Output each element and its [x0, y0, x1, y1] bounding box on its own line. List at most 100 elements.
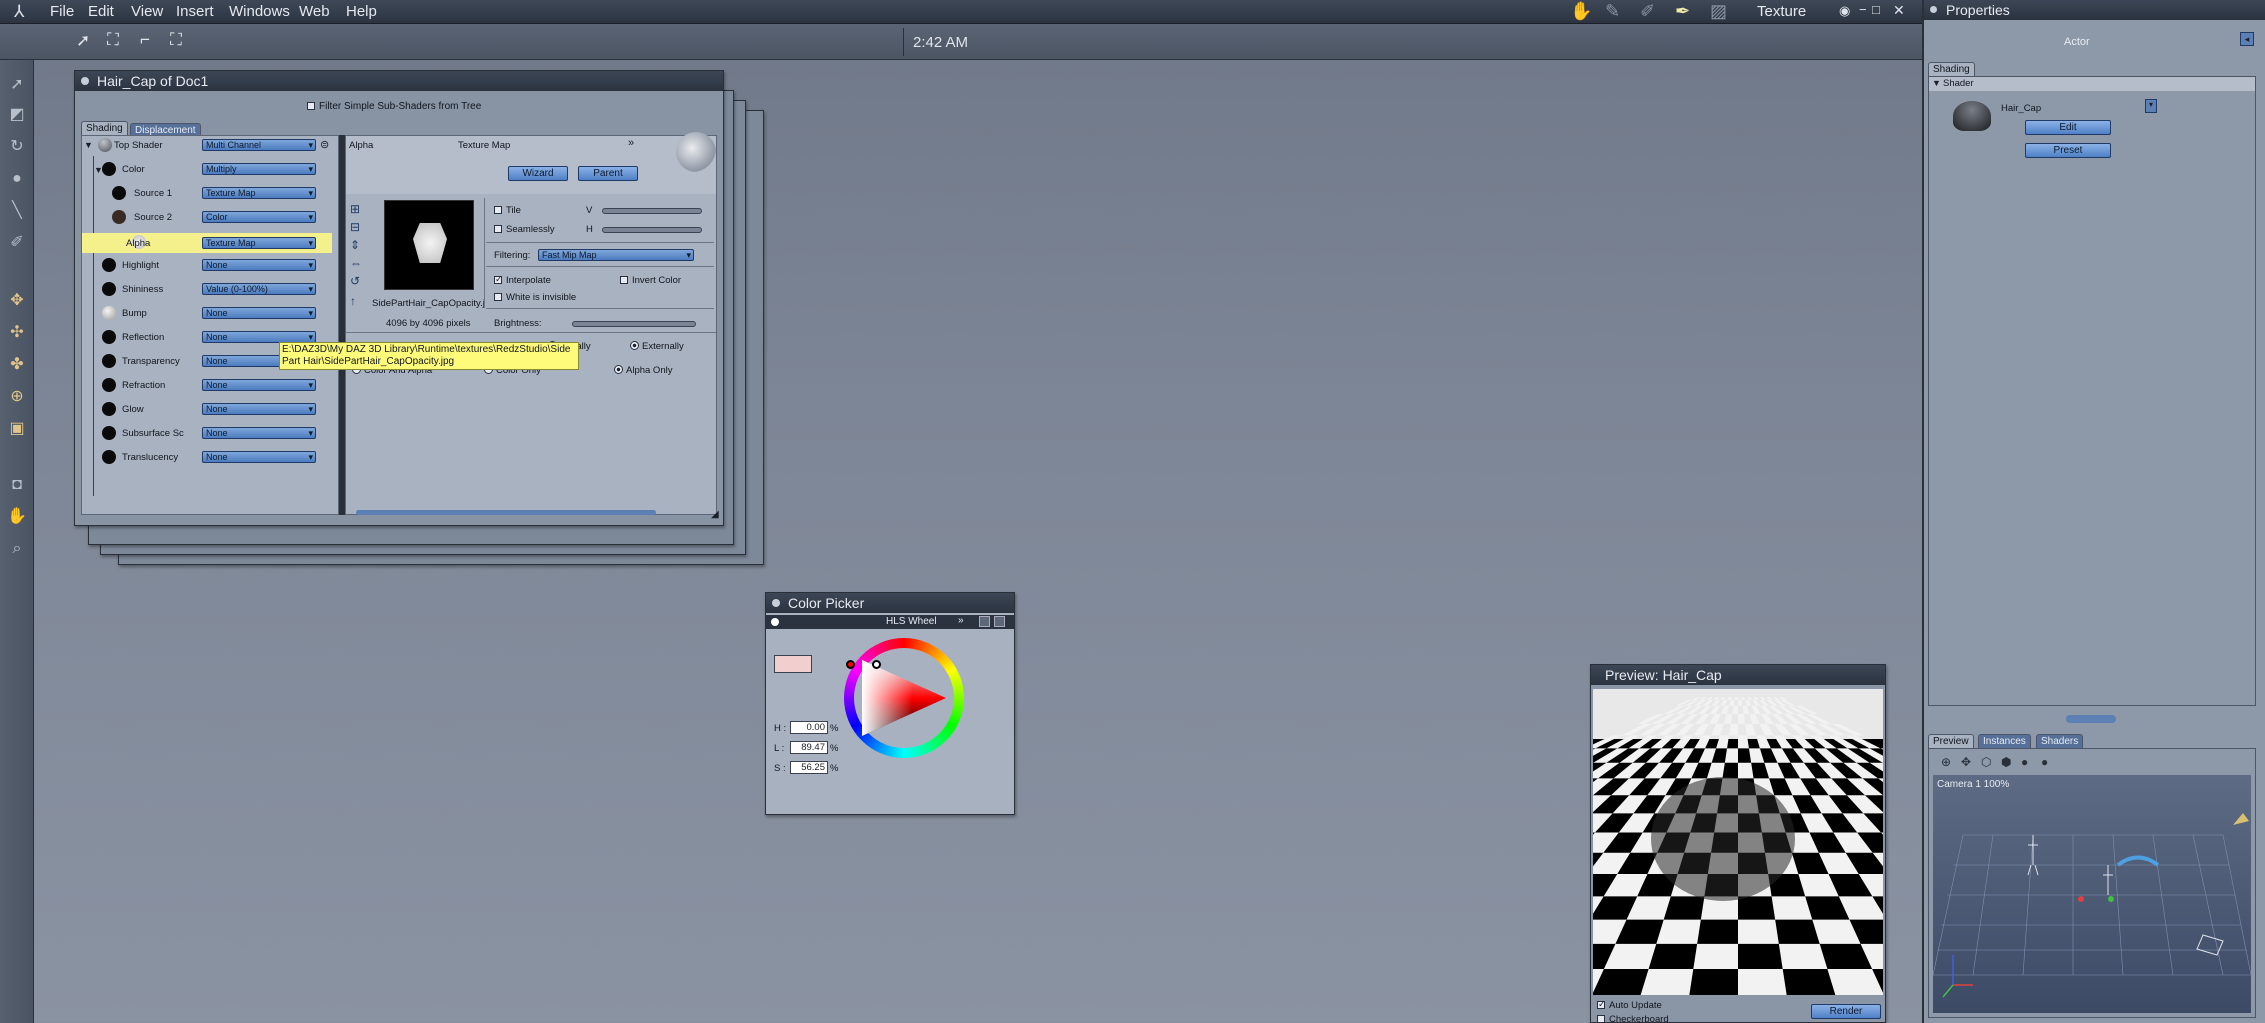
horizontal-scrollbar[interactable]: [356, 510, 656, 515]
tree-row-subsurface[interactable]: Subsurface Sc None: [82, 426, 332, 442]
resize-grip-icon[interactable]: ◢: [711, 509, 719, 520]
seamlessly-checkbox[interactable]: [494, 225, 502, 233]
shader-section-header[interactable]: ▼ Shader: [1929, 77, 2255, 91]
brightness-slider[interactable]: [572, 321, 696, 327]
rotate-image-icon[interactable]: ↺: [350, 274, 360, 288]
tree-dropdown[interactable]: None: [202, 307, 316, 319]
rotate-tool-icon[interactable]: ↻: [5, 136, 29, 158]
menu-web[interactable]: Web: [299, 3, 330, 20]
tab-instances[interactable]: Instances: [1978, 734, 2031, 748]
room-hand-icon[interactable]: ✋: [1570, 1, 1592, 22]
s-input[interactable]: 56.25: [790, 761, 828, 774]
menu-edit[interactable]: Edit: [88, 3, 114, 20]
scale-tool-icon[interactable]: ✣: [5, 322, 29, 344]
color-swatch[interactable]: [774, 655, 812, 673]
tree-row-alpha[interactable]: Alpha Texture Map: [82, 233, 332, 253]
shader-window-titlebar[interactable]: Hair_Cap of Doc1: [75, 71, 723, 91]
window-close-dot-icon[interactable]: [772, 599, 780, 607]
panel-resize-handle[interactable]: [2066, 715, 2116, 723]
camera-icon[interactable]: ◘: [5, 474, 29, 496]
pan-hand-icon[interactable]: ✋: [5, 506, 29, 528]
eye-icon[interactable]: ◉: [1839, 3, 1850, 19]
properties-tab-shading[interactable]: Shading: [1928, 62, 1975, 76]
flip-vertical-icon[interactable]: ⇕: [350, 238, 360, 252]
tree-row-bump[interactable]: Bump None: [82, 306, 332, 322]
tree-row-shininess[interactable]: Shininess Value (0-100%): [82, 282, 332, 298]
window-close-dot-icon[interactable]: [81, 77, 89, 85]
view-box-icon[interactable]: ⬢: [2001, 755, 2011, 769]
tree-dropdown[interactable]: Texture Map: [202, 237, 316, 249]
tree-row-translucency[interactable]: Translucency None: [82, 450, 332, 466]
window-close-dot-icon[interactable]: [1930, 6, 1937, 13]
bounding-box-icon[interactable]: ⛶: [107, 30, 119, 50]
tree-dropdown[interactable]: None: [202, 427, 316, 439]
invert-color-checkbox[interactable]: [620, 276, 628, 284]
tab-shading[interactable]: Shading: [81, 121, 128, 135]
properties-titlebar[interactable]: Properties: [1924, 0, 2265, 20]
h-slider[interactable]: [602, 227, 702, 233]
view-cube-icon[interactable]: ⬡: [1981, 755, 1991, 769]
menu-insert[interactable]: Insert: [176, 3, 214, 20]
maximize-icon[interactable]: □: [1872, 2, 1880, 17]
hue-handle-icon[interactable]: [846, 660, 855, 669]
pin-icon[interactable]: ◂: [2240, 32, 2254, 46]
texture-thumbnail[interactable]: [384, 200, 474, 290]
tree-row-highlight[interactable]: Highlight None: [82, 258, 332, 274]
alpha-only-radio[interactable]: [614, 365, 623, 374]
rotate-gizmo-icon[interactable]: ⊕: [5, 386, 29, 408]
tree-dropdown[interactable]: None: [202, 451, 316, 463]
h-input[interactable]: 0.00: [790, 721, 828, 734]
zoom-icon[interactable]: ⌕: [5, 538, 29, 560]
lock-icon[interactable]: ⊜: [320, 138, 329, 151]
auto-update-checkbox[interactable]: ✓: [1597, 999, 1606, 1009]
select-arrow-icon[interactable]: ➚: [76, 31, 90, 51]
tree-dropdown[interactable]: Texture Map: [202, 187, 316, 199]
tree-dropdown[interactable]: None: [202, 259, 316, 271]
twist-tool-icon[interactable]: ✤: [5, 354, 29, 376]
tree-dropdown[interactable]: Color: [202, 211, 316, 223]
tree-row-source2[interactable]: Source 2 Color: [82, 210, 332, 226]
move-tool-icon[interactable]: ✥: [5, 290, 29, 312]
preset-button[interactable]: Preset: [2025, 143, 2111, 158]
up-arrow-icon[interactable]: ↑: [350, 294, 356, 308]
room-brush-icon[interactable]: ✐: [1640, 1, 1655, 22]
chevron-down-icon[interactable]: »: [958, 615, 964, 626]
interpolate-checkbox[interactable]: ✓: [494, 274, 503, 284]
open-file-icon[interactable]: ⊞: [350, 202, 360, 216]
wizard-button[interactable]: Wizard: [508, 166, 568, 181]
view-move-icon[interactable]: ✥: [1961, 755, 1971, 769]
3d-viewport[interactable]: Camera 1 100%: [1933, 775, 2251, 1013]
v-slider[interactable]: [602, 208, 702, 214]
tab-preview[interactable]: Preview: [1928, 734, 1974, 748]
wand-tool-icon[interactable]: ╲: [5, 200, 29, 222]
tree-dropdown[interactable]: Multi Channel: [202, 139, 316, 151]
room-texture-icon[interactable]: ✒: [1675, 1, 1690, 22]
lightness-handle-icon[interactable]: [872, 660, 881, 669]
eyedropper-icon[interactable]: [994, 616, 1005, 627]
menu-view[interactable]: View: [131, 3, 163, 20]
tree-dropdown[interactable]: Multiply: [202, 163, 316, 175]
menu-file[interactable]: File: [50, 3, 74, 20]
tree-row-source1[interactable]: Source 1 Texture Map: [82, 186, 332, 202]
white-invisible-checkbox[interactable]: [494, 293, 502, 301]
picker-mode-label[interactable]: HLS Wheel: [886, 616, 937, 627]
box-tool-icon[interactable]: ▣: [5, 418, 29, 440]
view-shade-icon[interactable]: ●: [2041, 755, 2048, 769]
collapse-chevron-icon[interactable]: »: [628, 137, 634, 149]
tile-checkbox[interactable]: [494, 206, 502, 214]
close-icon[interactable]: ✕: [1893, 2, 1905, 19]
minimize-icon[interactable]: −: [1859, 2, 1867, 17]
node-tool-icon[interactable]: ◩: [5, 104, 29, 126]
tree-dropdown[interactable]: Value (0-100%): [202, 283, 316, 295]
filtering-dropdown[interactable]: Fast Mip Map: [538, 249, 694, 261]
region-select-icon[interactable]: ⛶: [170, 30, 182, 50]
filter-checkbox[interactable]: [307, 102, 315, 110]
edit-button[interactable]: Edit: [2025, 120, 2111, 135]
picker-option-icon[interactable]: [979, 616, 990, 627]
view-orbit-icon[interactable]: ⊕: [1941, 755, 1951, 769]
shader-dropdown-icon[interactable]: ▾: [2145, 99, 2157, 113]
checkerboard-checkbox[interactable]: [1597, 1015, 1605, 1023]
collapse-arrow-icon[interactable]: ▼: [1932, 78, 1941, 88]
render-button[interactable]: Render: [1811, 1004, 1881, 1019]
menu-windows[interactable]: Windows: [229, 3, 290, 20]
